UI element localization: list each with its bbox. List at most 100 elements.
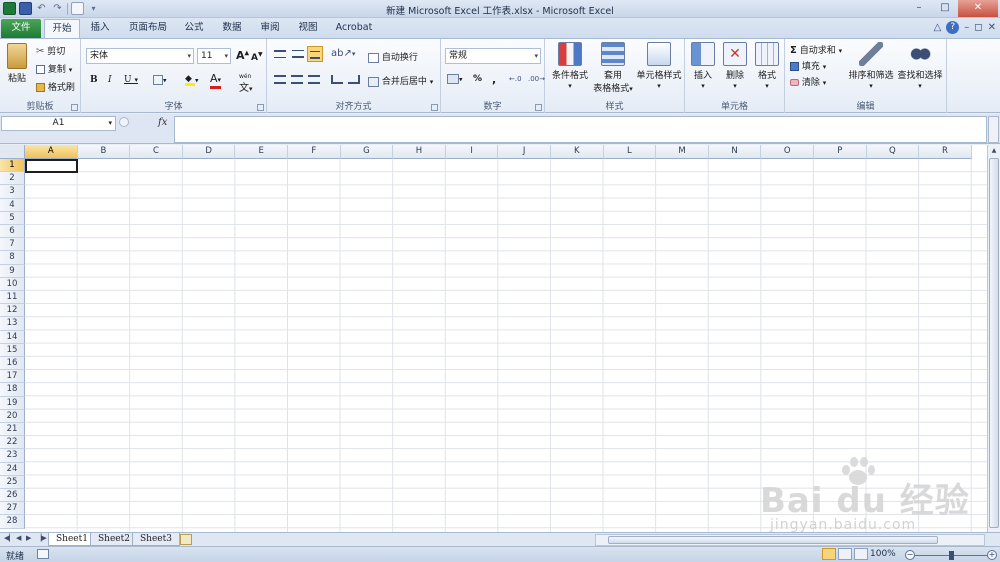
prev-sheet-icon[interactable]: ◀	[16, 534, 21, 542]
wrap-text-button[interactable]: 自动换行	[368, 50, 418, 63]
insert-cells-button[interactable]: 插入 ▾	[687, 42, 719, 91]
italic-button[interactable]: I	[108, 75, 112, 85]
row-header-28[interactable]: 28	[0, 515, 25, 529]
comma-button[interactable]: ,	[492, 73, 496, 86]
phonetic-button[interactable]: wén 文▾	[239, 74, 253, 95]
close-button[interactable]: ✕	[958, 0, 998, 17]
sheet-tab-sheet3[interactable]: Sheet3	[132, 533, 180, 546]
page-break-view-button[interactable]	[854, 548, 868, 560]
tab-file[interactable]: 文件	[1, 19, 41, 38]
row-header-14[interactable]: 14	[0, 330, 25, 344]
cell-area[interactable]	[25, 159, 987, 532]
fill-color-button[interactable]: ◆ ▾	[185, 74, 199, 86]
formula-bar-expand-icon[interactable]	[988, 116, 999, 143]
row-header-10[interactable]: 10	[0, 277, 25, 291]
column-header-n[interactable]: N	[708, 145, 762, 159]
first-sheet-icon[interactable]: ◀▏	[4, 534, 15, 542]
tab-view[interactable]: 视图	[292, 19, 324, 38]
row-header-24[interactable]: 24	[0, 462, 25, 476]
row-header-12[interactable]: 12	[0, 304, 25, 318]
row-header-19[interactable]: 19	[0, 396, 25, 410]
maximize-button[interactable]: □	[932, 0, 958, 17]
decrease-indent-button[interactable]	[331, 75, 343, 85]
row-header-17[interactable]: 17	[0, 370, 25, 384]
row-header-16[interactable]: 16	[0, 357, 25, 371]
row-header-11[interactable]: 11	[0, 291, 25, 305]
row-header-21[interactable]: 21	[0, 423, 25, 437]
accounting-format-button[interactable]: ▾	[447, 74, 463, 85]
formula-input[interactable]	[174, 116, 987, 143]
align-center-button[interactable]	[291, 75, 303, 85]
row-header-27[interactable]: 27	[0, 502, 25, 516]
normal-view-button[interactable]	[822, 548, 836, 560]
scroll-up-icon[interactable]: ▲	[988, 145, 1000, 157]
row-header-22[interactable]: 22	[0, 436, 25, 450]
vertical-scrollbar[interactable]: ▲	[987, 145, 1000, 532]
tab-formulas[interactable]: 公式	[178, 19, 210, 38]
row-header-1[interactable]: 1	[0, 159, 25, 173]
row-header-18[interactable]: 18	[0, 383, 25, 397]
column-header-d[interactable]: D	[182, 145, 236, 159]
orientation-button[interactable]: ab↗▾	[331, 48, 355, 59]
worksheet-grid[interactable]: ABCDEFGHIJKLMNOPQR 1 2 3 4 5 6 7 8 9 10 11 12 13 14 15…	[0, 145, 987, 532]
cut-button[interactable]: ✂ 剪切	[36, 44, 65, 57]
sheet-tab-sheet1[interactable]: Sheet1	[48, 533, 96, 546]
percent-button[interactable]: %	[473, 74, 482, 84]
increase-decimal-button[interactable]: ←.0	[509, 75, 522, 83]
row-header-25[interactable]: 25	[0, 475, 25, 489]
format-cells-button[interactable]: 格式 ▾	[751, 42, 783, 91]
zoom-level[interactable]: 100%	[870, 549, 896, 559]
row-header-7[interactable]: 7	[0, 238, 25, 252]
align-top-button[interactable]	[274, 49, 286, 59]
alignment-launcher-icon[interactable]	[431, 104, 438, 111]
column-header-k[interactable]: K	[551, 145, 604, 159]
zoom-knob[interactable]	[948, 551, 954, 560]
column-header-m[interactable]: M	[656, 145, 709, 159]
align-left-button[interactable]	[274, 75, 286, 85]
row-header-5[interactable]: 5	[0, 211, 25, 225]
format-painter-button[interactable]: 格式刷	[36, 80, 75, 93]
copy-button[interactable]: 复制 ▾	[36, 62, 72, 75]
column-header-e[interactable]: E	[235, 145, 288, 159]
format-as-table-button[interactable]: 套用 表格格式▾	[590, 42, 636, 94]
last-sheet-icon[interactable]: ▕▶	[36, 534, 47, 542]
column-header-g[interactable]: G	[340, 145, 394, 159]
horizontal-scroll-thumb[interactable]	[608, 536, 938, 544]
help-icon[interactable]: ?	[946, 21, 960, 34]
number-format-combo[interactable]: 常规 ▾	[445, 48, 541, 64]
tab-review[interactable]: 审阅	[254, 19, 286, 38]
column-header-p[interactable]: P	[814, 145, 867, 159]
minimize-ribbon-icon[interactable]: △	[934, 22, 942, 33]
doc-restore-icon[interactable]: ◻	[974, 22, 982, 33]
insert-function-icon[interactable]: fx	[158, 117, 167, 128]
autosum-button[interactable]: Σ 自动求和 ▾	[790, 43, 842, 56]
record-macro-icon[interactable]	[37, 549, 49, 559]
column-header-l[interactable]: L	[603, 145, 657, 159]
tab-insert[interactable]: 插入	[84, 19, 116, 38]
column-header-h[interactable]: H	[393, 145, 446, 159]
sort-filter-button[interactable]: 排序和筛选 ▾	[847, 42, 895, 91]
font-name-combo[interactable]: 宋体 ▾	[86, 48, 194, 64]
delete-cells-button[interactable]: ✕ 删除 ▾	[719, 42, 751, 91]
column-header-i[interactable]: I	[445, 145, 499, 159]
zoom-in-button[interactable]: +	[987, 550, 997, 560]
column-header-q[interactable]: Q	[866, 145, 920, 159]
row-header-4[interactable]: 4	[0, 198, 25, 212]
insert-sheet-icon[interactable]	[180, 534, 192, 545]
clear-button[interactable]: 清除 ▾	[790, 75, 826, 88]
grow-font-button[interactable]: A▲	[236, 49, 249, 62]
select-all-corner[interactable]	[0, 145, 25, 159]
doc-minimize-icon[interactable]: –	[964, 22, 969, 33]
paste-button[interactable]: 粘贴	[3, 43, 31, 84]
align-middle-button[interactable]	[292, 49, 304, 59]
merge-center-button[interactable]: 合并后居中 ▾	[368, 74, 433, 87]
column-header-o[interactable]: O	[761, 145, 814, 159]
zoom-out-button[interactable]: −	[905, 550, 915, 560]
underline-button[interactable]: U ▾	[124, 75, 138, 85]
active-cell-a1[interactable]	[25, 159, 78, 173]
doc-close-icon[interactable]: ✕	[988, 22, 996, 33]
tab-acrobat[interactable]: Acrobat	[330, 19, 378, 38]
font-size-combo[interactable]: 11 ▾	[197, 48, 231, 64]
border-button[interactable]: ▾	[153, 75, 167, 86]
column-header-a[interactable]: A	[25, 145, 78, 159]
